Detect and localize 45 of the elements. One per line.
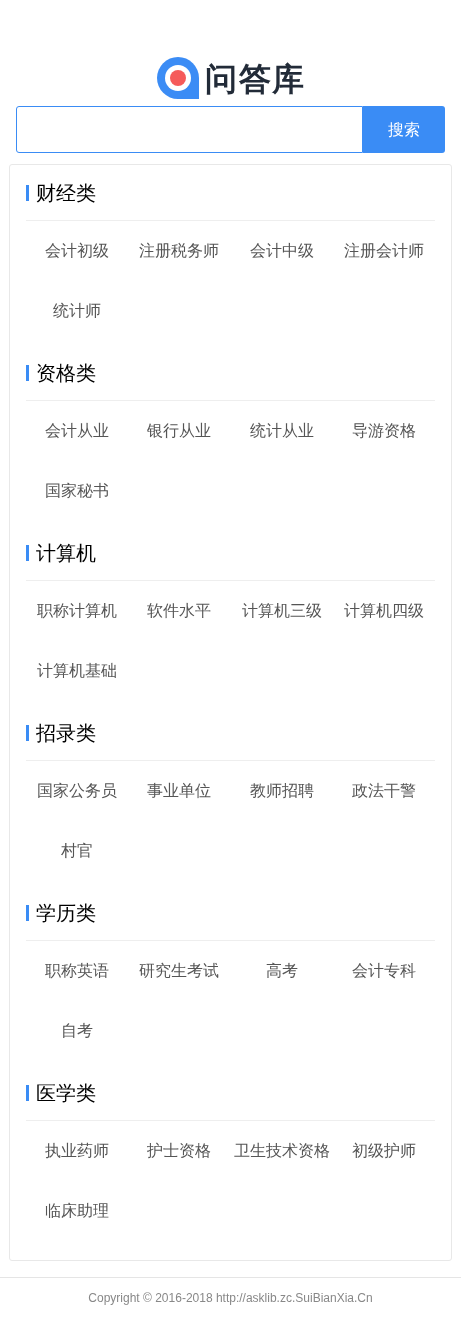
category-link[interactable]: 职称计算机 — [37, 599, 118, 623]
category-link[interactable]: 会计初级 — [45, 239, 110, 263]
category-link[interactable]: 注册税务师 — [139, 239, 220, 263]
category-link[interactable]: 事业单位 — [147, 779, 212, 803]
category-link[interactable]: 计算机基础 — [37, 659, 118, 683]
category-link[interactable]: 会计从业 — [45, 419, 110, 443]
category-link[interactable]: 高考 — [265, 959, 298, 983]
category-link[interactable]: 会计专科 — [351, 959, 416, 983]
section-title: 资格类 — [36, 360, 96, 386]
category-link[interactable]: 银行从业 — [147, 419, 212, 443]
copyright-text: Copyright © 2016-2018 http://asklib.zc.SuiBianXia.Cn — [88, 1289, 373, 1307]
section-marker — [26, 1084, 29, 1101]
category-link[interactable]: 注册会计师 — [343, 239, 424, 263]
category-link[interactable]: 临床助理 — [45, 1199, 110, 1223]
search-field[interactable] — [16, 106, 363, 153]
category-link[interactable]: 职称英语 — [45, 959, 110, 983]
section-title: 医学类 — [36, 1080, 96, 1106]
category-link[interactable]: 执业药师 — [45, 1139, 110, 1163]
category-link[interactable]: 教师招聘 — [249, 779, 314, 803]
category-link[interactable]: 研究生考试 — [139, 959, 220, 983]
category-link[interactable]: 国家公务员 — [37, 779, 118, 803]
section-marker — [26, 904, 29, 921]
section-marker — [26, 184, 29, 201]
section-title: 招录类 — [36, 720, 96, 746]
category-link[interactable]: 初级护师 — [351, 1139, 416, 1163]
category-link[interactable]: 自考 — [61, 1019, 94, 1043]
category-link[interactable]: 计算机四级 — [343, 599, 424, 623]
category-link[interactable]: 国家秘书 — [45, 479, 110, 503]
category-link[interactable]: 软件水平 — [147, 599, 212, 623]
section-marker — [26, 724, 29, 741]
category-link[interactable]: 政法干警 — [351, 779, 416, 803]
section-title: 学历类 — [36, 900, 96, 926]
category-link[interactable]: 会计中级 — [249, 239, 314, 263]
section-title: 财经类 — [36, 180, 96, 206]
category-link[interactable]: 导游资格 — [351, 419, 416, 443]
category-link[interactable]: 统计师 — [53, 299, 102, 323]
category-link[interactable]: 统计从业 — [249, 419, 314, 443]
logo-text: 问答库 — [205, 63, 306, 95]
section-marker — [26, 364, 29, 381]
category-link[interactable]: 村官 — [61, 839, 94, 863]
section-title: 计算机 — [36, 540, 96, 566]
section-marker — [26, 544, 29, 561]
category-link[interactable]: 计算机三级 — [241, 599, 322, 623]
category-link[interactable]: 卫生技术资格 — [233, 1139, 330, 1163]
category-link[interactable]: 护士资格 — [147, 1139, 212, 1163]
